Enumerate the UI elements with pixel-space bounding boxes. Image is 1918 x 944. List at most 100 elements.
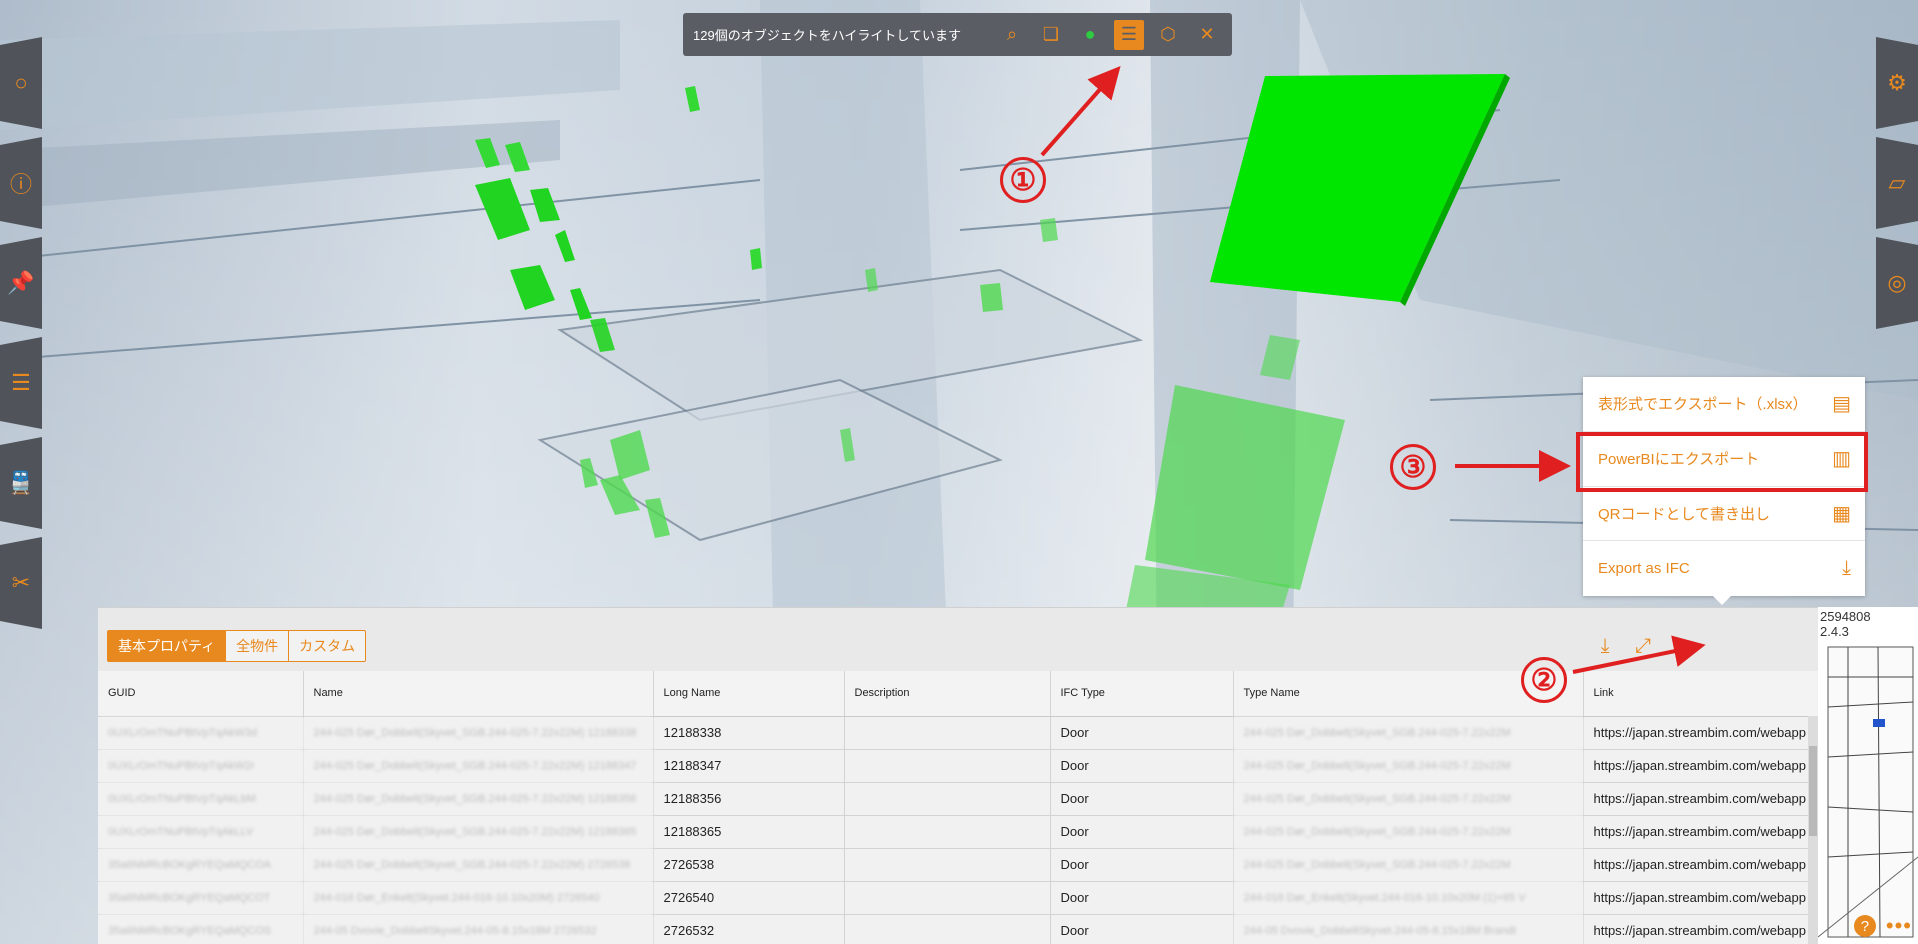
table-cell-name: 244-05 Dvovie_DobbeltSkyvet.244-05-8.15x…: [303, 914, 654, 944]
table-cell-guid: 35a6NMRcBOKgRYEQaMQCOA: [98, 848, 304, 882]
table-row[interactable]: 35a6NMRcBOKgRYEQaMQCOS 244-05 Dvovie_Dobb…: [98, 914, 1818, 944]
column-header-guid[interactable]: GUID: [98, 671, 304, 717]
table-cell-type-name: 244-025 Dør_Dobbelt(Skyvet_SGB.244-025-7…: [1233, 815, 1584, 849]
table-cell-name: 244-025 Dør_Dobbelt(Skyvet_SGB.244-025-7…: [303, 848, 654, 882]
visibility-icon[interactable]: ◎: [1876, 237, 1918, 329]
properties-panel: 基本プロパティ 全物件 カスタム ⤓ ⤢ ✕ GUID Name Long Na…: [98, 607, 1818, 944]
more-icon[interactable]: •••: [1886, 913, 1912, 939]
table-cell-guid: 0UXLrOmTNuPBtVpTqAkLLV: [98, 815, 304, 849]
table-cell-long-name: 12188356: [653, 782, 845, 816]
table-cell-type-name: 244-025 Dør_Dobbelt(Skyvet_SGB.244-025-7…: [1233, 716, 1584, 750]
column-header-description[interactable]: Description: [844, 671, 1051, 717]
measure-icon[interactable]: ✂: [0, 537, 42, 629]
annotation-1: ①: [1000, 157, 1046, 203]
table-cell-guid: 0UXLrOmTNuPBtVpTqAkW3d: [98, 716, 304, 750]
highlight-toolbar: 129個のオブジェクトをハイライトしています ⌕ ❏ ● ☰ ⬡ ✕: [683, 13, 1232, 56]
table-cell-description: [844, 749, 1051, 783]
table-row[interactable]: 0UXLrOmTNuPBtVpTqAkLbM 244-025 Dør_Dobbel…: [98, 782, 1818, 816]
list-icon[interactable]: ☰: [0, 337, 42, 429]
export-download-button[interactable]: ⤓: [1586, 630, 1624, 662]
export-xlsx-label: 表形式でエクスポート（.xlsx）: [1598, 396, 1808, 414]
download-icon: ⤓: [1600, 634, 1610, 657]
table-cell-description: [844, 848, 1051, 882]
table-cell-name: 244-025 Dør_Dobbelt(Skyvet_SGB.244-025-7…: [303, 716, 654, 750]
table-cell-guid: 0UXLrOmTNuPBtVpTqAkLbM: [98, 782, 304, 816]
export-ifc-label: Export as IFC: [1598, 560, 1690, 578]
export-qr-label: QRコードとして書き出し: [1598, 505, 1771, 523]
column-header-ifc-type[interactable]: IFC Type: [1050, 671, 1234, 717]
table-cell-type-name: 244-016 Dør_Enkelt(Skyvet.244-016-10.10x…: [1233, 881, 1584, 915]
table-cell-description: [844, 716, 1051, 750]
table-cell-long-name: 12188347: [653, 749, 845, 783]
bottom-right-controls: ? •••: [1820, 908, 1918, 944]
tab-basic-properties[interactable]: 基本プロパティ: [107, 630, 227, 662]
train-icon[interactable]: 🚆: [0, 437, 42, 529]
table-cell-ifc-type: Door: [1050, 749, 1234, 783]
table-cell-long-name: 2726532: [653, 914, 845, 944]
table-cell-ifc-type: Door: [1050, 881, 1234, 915]
close-icon: ✕: [1672, 635, 1690, 658]
column-header-long-name[interactable]: Long Name: [653, 671, 845, 717]
table-cell-name: 244-025 Dør_Dobbelt(Skyvet_SGB.244-025-7…: [303, 749, 654, 783]
export-xlsx-item[interactable]: 表形式でエクスポート（.xlsx） ▤: [1583, 377, 1865, 432]
circle-icon[interactable]: ○: [0, 37, 42, 129]
panel-actions: ⤓ ⤢ ✕: [1586, 630, 1700, 662]
export-ifc-item[interactable]: Export as IFC ⤓: [1583, 541, 1865, 596]
minimap[interactable]: 2594808 2.4.3: [1818, 607, 1918, 944]
tag-icon[interactable]: ▱: [1876, 137, 1918, 229]
table-cell-long-name: 12188365: [653, 815, 845, 849]
table-row[interactable]: 0UXLrOmTNuPBtVpTqAkW2r 244-025 Dør_Dobbel…: [98, 749, 1818, 783]
highlight-message: 129個のオブジェクトをハイライトしています: [693, 28, 962, 43]
table-body: 0UXLrOmTNuPBtVpTqAkW3d 244-025 Dør_Dobbel…: [98, 716, 1818, 944]
scrollbar-thumb[interactable]: [1809, 746, 1817, 836]
panel-tabs: 基本プロパティ 全物件 カスタム: [107, 630, 367, 662]
pin-icon[interactable]: 📌: [0, 237, 42, 329]
table-row[interactable]: 0UXLrOmTNuPBtVpTqAkW3d 244-025 Dør_Dobbel…: [98, 716, 1818, 750]
annotation-3: ③: [1390, 444, 1436, 490]
table-cell-type-name: 244-025 Dør_Dobbelt(Skyvet_SGB.244-025-7…: [1233, 749, 1584, 783]
info-icon[interactable]: ⓘ: [0, 137, 42, 229]
close-icon[interactable]: ✕: [1192, 20, 1222, 50]
table-cell-type-name: 244-025 Dør_Dobbelt(Skyvet_SGB.244-025-7…: [1233, 848, 1584, 882]
table-cell-description: [844, 881, 1051, 915]
close-panel-button[interactable]: ✕: [1662, 630, 1700, 662]
help-icon[interactable]: ?: [1853, 915, 1876, 937]
tab-custom[interactable]: カスタム: [288, 630, 367, 662]
table-cell-name: 244-025 Dør_Dobbelt(Skyvet_SGB.244-025-7…: [303, 782, 654, 816]
table-cell-guid: 0UXLrOmTNuPBtVpTqAkW2r: [98, 749, 304, 783]
expand-icon: ⤢: [1635, 634, 1651, 657]
color-icon[interactable]: ●: [1075, 20, 1105, 50]
layers-icon[interactable]: ❏: [1036, 20, 1066, 50]
table-row[interactable]: 35a6NMRcBOKgRYEQaMQCOA 244-025 Dør_Dobbel…: [98, 848, 1818, 882]
table-row[interactable]: 35a6NMRcBOKgRYEQaMQCOT 244-016 Dør_Enkelt…: [98, 881, 1818, 915]
table-cell-long-name: 2726538: [653, 848, 845, 882]
table-scrollbar[interactable]: [1808, 716, 1818, 944]
export-qr-item[interactable]: QRコードとして書き出し ▦: [1583, 487, 1865, 542]
properties-table: GUID Name Long Name Description IFC Type…: [98, 671, 1818, 944]
table-cell-long-name: 12188338: [653, 716, 845, 750]
properties-table-wrap[interactable]: GUID Name Long Name Description IFC Type…: [98, 671, 1818, 944]
gear-icon[interactable]: ⚙: [1876, 37, 1918, 129]
table-cell-name: 244-025 Dør_Dobbelt(Skyvet_SGB.244-025-7…: [303, 815, 654, 849]
table-cell-link: https://japan.streambim.com/webapp: [1583, 881, 1818, 915]
table-cell-ifc-type: Door: [1050, 815, 1234, 849]
table-cell-description: [844, 914, 1051, 944]
table-cell-link: https://japan.streambim.com/webapp: [1583, 716, 1818, 750]
list-icon[interactable]: ☰: [1114, 19, 1144, 50]
table-cell-ifc-type: Door: [1050, 914, 1234, 944]
table-cell-link: https://japan.streambim.com/webapp: [1583, 749, 1818, 783]
table-row[interactable]: 0UXLrOmTNuPBtVpTqAkLLV 244-025 Dør_Dobbel…: [98, 815, 1818, 849]
table-cell-description: [844, 815, 1051, 849]
tag-icon[interactable]: ⬡: [1153, 20, 1183, 50]
table-cell-ifc-type: Door: [1050, 848, 1234, 882]
tab-all-properties[interactable]: 全物件: [225, 630, 290, 662]
zoom-to-selection-icon[interactable]: ⌕: [997, 20, 1027, 50]
table-cell-ifc-type: Door: [1050, 716, 1234, 750]
table-cell-name: 244-016 Dør_Enkelt(Skyvet.244-016-10.10x…: [303, 881, 654, 915]
expand-button[interactable]: ⤢: [1624, 630, 1662, 662]
column-header-name[interactable]: Name: [303, 671, 654, 717]
table-cell-guid: 35a6NMRcBOKgRYEQaMQCOS: [98, 914, 304, 944]
table-cell-long-name: 2726540: [653, 881, 845, 915]
table-cell-type-name: 244-05 Dvovie_DobbeltSkyvet.244-05-8.15x…: [1233, 914, 1584, 944]
column-header-link[interactable]: Link: [1583, 671, 1818, 717]
